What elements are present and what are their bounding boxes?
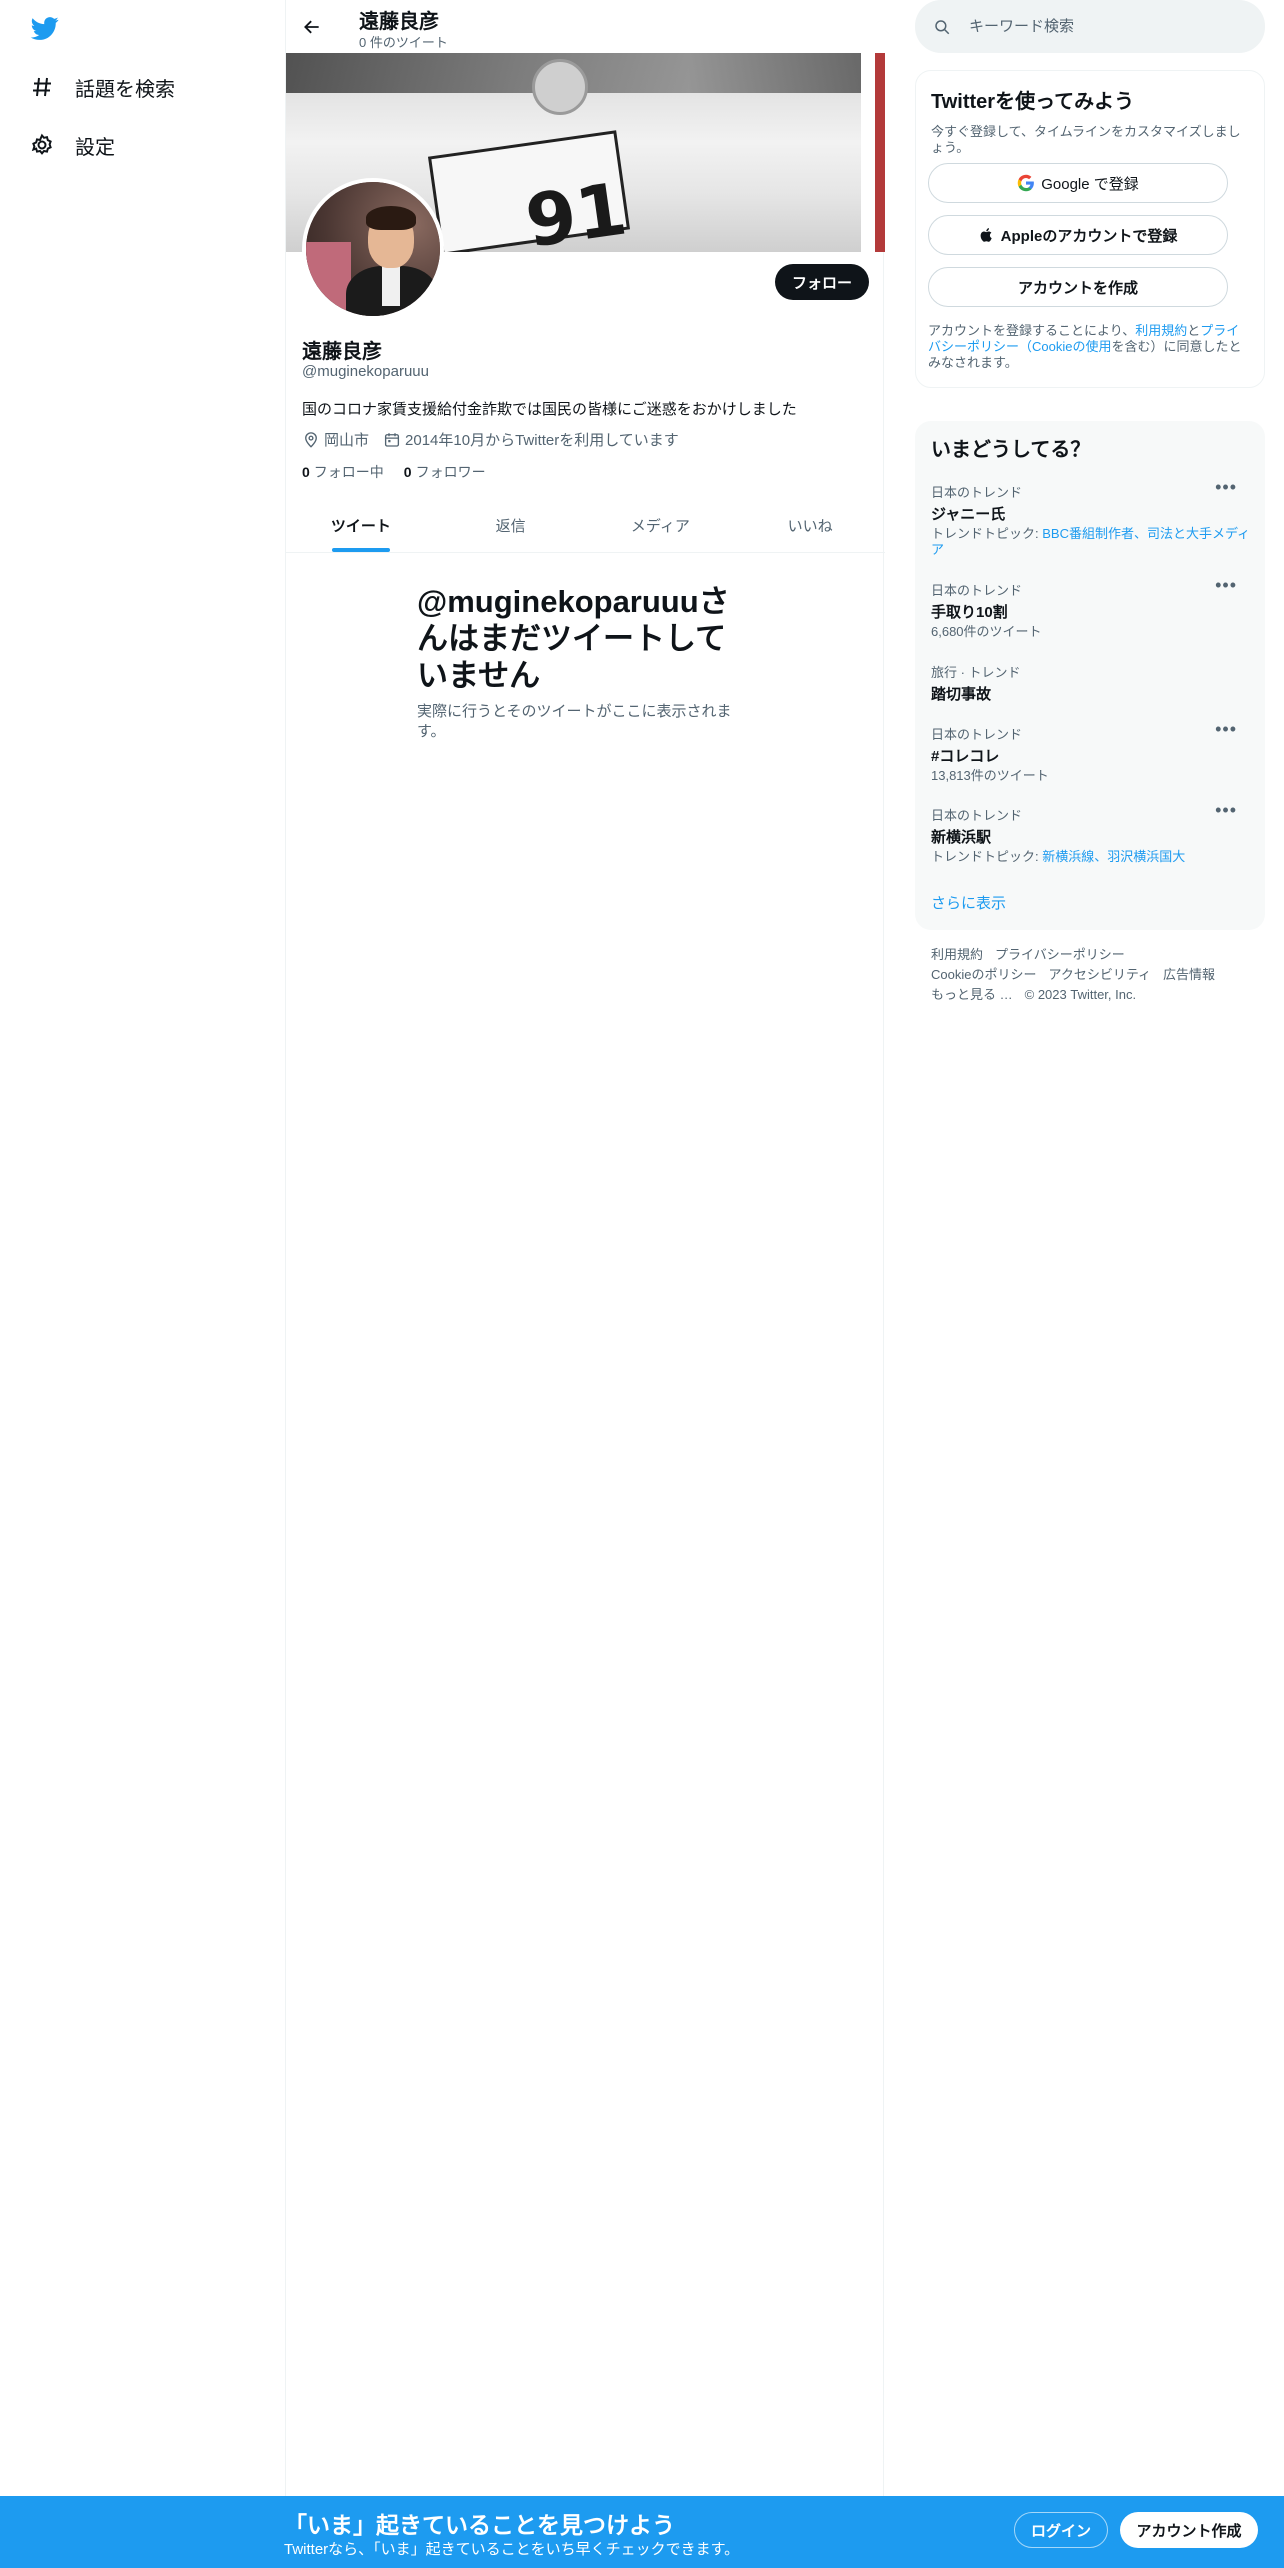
footer-links: 利用規約 プライバシーポリシー Cookieのポリシー アクセシビリティ 広告情報 も… [931,945,1251,1005]
footer-ads[interactable]: 広告情報 [1163,967,1215,982]
tab-tweets[interactable]: ツイート [286,498,436,552]
more-options-icon[interactable]: ••• [1215,478,1237,496]
show-more-link[interactable]: さらに表示 [931,892,1006,913]
car-emblem [532,59,588,115]
following-link[interactable]: 0 フォロー中 [302,462,384,482]
tweet-count: 0 件のツイート [359,35,448,50]
profile-stats: 0 フォロー中 0 フォロワー [302,462,506,482]
trend-item[interactable]: 旅行 · トレンド 踏切事故 [931,662,1251,704]
apple-signup-button[interactable]: Appleのアカウントで登録 [928,215,1228,255]
footer-privacy[interactable]: プライバシーポリシー [995,947,1125,962]
signup-card: Twitterを使ってみよう 今すぐ登録して、タイムラインをカスタマイズしましょ… [915,70,1265,388]
tab-replies[interactable]: 返信 [436,498,586,552]
avatar[interactable] [302,178,444,320]
profile-column: 遠藤良彦 0 件のツイート 91 フォロー 遠藤良彦 @muginekoparu… [285,0,885,2496]
profile-meta: 岡山市 2014年10月からTwitterを利用しています [302,429,693,450]
gear-icon [29,132,55,158]
empty-state-title: @muginekoparuuuさんはまだツイートしていません [417,584,730,693]
arrow-left-icon [304,20,319,34]
trend-item[interactable]: 日本のトレンド ジャニー氏 トレンドトピック: BBC番組制作者、司法と大手メデ… [931,478,1251,558]
terms-link[interactable]: 利用規約 [1135,323,1187,338]
more-options-icon[interactable]: ••• [1215,576,1237,594]
location-pin-icon [305,431,317,448]
empty-state-body: 実際に行うとそのツイートがここに表示されます。 [417,703,732,740]
trend-topic-link[interactable]: 新横浜線、羽沢横浜国大 [1042,849,1185,864]
twitter-logo-icon[interactable] [29,14,61,42]
apple-icon [979,226,995,244]
back-button[interactable] [296,11,328,43]
nav-explore[interactable]: 話題を検索 [29,67,175,107]
hashtag-icon [29,74,55,100]
search-input[interactable] [969,18,1229,35]
signup-title: Twitterを使ってみよう [931,91,1135,113]
calendar-icon [384,432,400,447]
left-nav: 話題を検索 設定 [0,0,284,2496]
more-options-icon[interactable]: ••• [1215,720,1237,738]
trend-item[interactable]: 日本のトレンド #コレコレ 13,813件のツイート ••• [931,720,1251,784]
login-button[interactable]: ログイン [1014,2512,1108,2548]
signup-subtitle: 今すぐ登録して、タイムラインをカスタマイズしましょう。 [931,124,1241,155]
bottom-signup-bar: 「いま」起きていることを見つけよう Twitterなら、「いま」起きていることを… [0,2496,1284,2568]
more-options-icon[interactable]: ••• [1215,801,1237,819]
empty-state: @muginekoparuuuさんはまだツイートしていません 実際に行うとそのツ… [417,583,753,742]
nav-explore-label: 話題を検索 [75,78,175,101]
profile-location: 岡山市 [302,429,369,450]
footer-accessibility[interactable]: アクセシビリティ [1048,967,1151,982]
trends-card: いまどうしてる？ 日本のトレンド ジャニー氏 トレンドトピック: BBC番組制作… [915,421,1265,930]
tab-media[interactable]: メディア [586,498,736,552]
profile-tabs: ツイート 返信 メディア いいね [286,498,885,553]
tab-likes[interactable]: いいね [735,498,885,552]
trend-item[interactable]: 日本のトレンド 新横浜駅 トレンドトピック: 新横浜線、羽沢横浜国大 ••• [931,801,1251,865]
footer-copyright: © 2023 Twitter, Inc. [1024,987,1137,1002]
signup-button[interactable]: アカウント作成 [1120,2512,1258,2548]
search-icon [915,18,969,36]
followers-link[interactable]: 0 フォロワー [404,462,486,482]
google-icon [1017,174,1035,192]
footer-more[interactable]: もっと見る … [931,987,1013,1002]
bottom-bar-title: 「いま」起きていることを見つけよう [284,2512,675,2538]
header-title: 遠藤良彦 [359,11,439,33]
trends-title: いまどうしてる？ [931,439,1091,461]
bottom-bar-subtitle: Twitterなら、「いま」起きていることをいち早くチェックできます。 [284,2541,740,2558]
trend-item[interactable]: 日本のトレンド 手取り10割 6,680件のツイート ••• [931,576,1251,640]
profile-bio: 国のコロナ家賃支援給付金詐欺では国民の皆様にご迷惑をおかけしました [302,401,797,418]
follow-button[interactable]: フォロー [775,264,869,300]
nav-settings[interactable]: 設定 [29,125,115,165]
nav-settings-label: 設定 [75,136,115,159]
google-signup-button[interactable]: Google で登録 [928,163,1228,203]
profile-header-bar: 遠藤良彦 0 件のツイート [286,0,885,53]
profile-handle: @muginekoparuuu [302,363,429,380]
footer-cookies[interactable]: Cookieのポリシー [931,967,1036,982]
profile-name: 遠藤良彦 [302,341,382,363]
signup-legal-text: アカウントを登録することにより、利用規約とプライバシーポリシー（Cookieの使… [928,323,1242,370]
license-plate-number: 91 [520,166,632,252]
search-box[interactable] [915,0,1265,53]
create-account-button[interactable]: アカウントを作成 [928,267,1228,307]
profile-joined: 2014年10月からTwitterを利用しています [383,429,679,450]
footer-terms[interactable]: 利用規約 [931,947,983,962]
